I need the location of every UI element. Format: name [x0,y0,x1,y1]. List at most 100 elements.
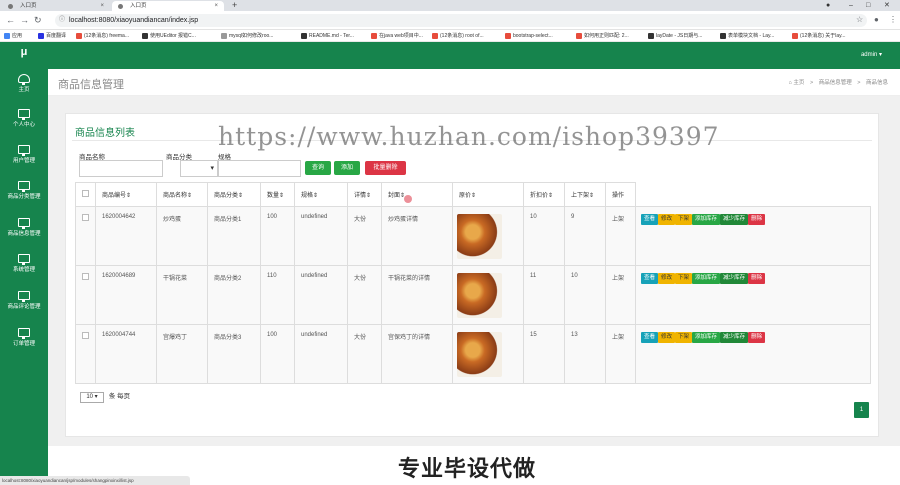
cell-qty: 110 [260,265,295,325]
column-header[interactable]: 详情⇕ [347,182,382,207]
new-tab-button[interactable]: + [232,0,237,11]
column-header[interactable]: 封面⇕ [381,182,453,207]
column-header[interactable]: 数量⇕ [260,182,295,207]
forward-icon[interactable]: → [20,14,29,26]
row-checkbox[interactable] [75,324,96,384]
reduce-stock-button[interactable]: 减少库存 [720,273,749,284]
star-icon[interactable]: ☆ [856,14,863,26]
edit-button[interactable]: 修改 [658,332,676,343]
column-header[interactable]: 商品名称⇕ [156,182,208,207]
bookmark-item[interactable]: layDate - JS日期与... [648,30,702,42]
app-logo: μ [20,46,28,58]
breadcrumb-home[interactable]: ⌂ 主页 [789,80,805,86]
cell-code: 1620004689 [95,265,157,325]
bookmark-item[interactable]: bootstrap-select... [505,30,553,42]
close-icon[interactable]: × [100,1,104,11]
spec-input[interactable] [218,160,301,177]
url-field[interactable]: ⓘ localhost:8080/xiaoyuandiancan/index.j… [55,14,867,27]
reduce-stock-button[interactable]: 减少库存 [720,214,749,225]
maximize-icon[interactable]: □ [866,0,870,11]
breadcrumb-section[interactable]: 商品信息管理 [819,80,852,86]
edit-button[interactable]: 修改 [658,273,676,284]
bookmark-favicon-icon [4,33,10,39]
bookmark-item[interactable]: 应用 [4,30,22,42]
minimize-icon[interactable]: – [849,0,853,11]
bookmark-item[interactable]: 如何用正则匹配: 2... [576,30,629,42]
row-checkbox[interactable] [75,265,96,325]
delete-button[interactable]: 删除 [748,214,766,225]
breadcrumb-separator: > [809,80,814,86]
bookmark-item[interactable]: 表单模块文档 - Lay... [720,30,774,42]
cell-code: 1620004642 [95,206,157,266]
bookmark-item[interactable]: (12条消息) 关于lay... [792,30,845,42]
bookmark-item[interactable]: (12条消息) root of... [432,30,484,42]
cover-image [452,324,524,384]
user-menu[interactable]: admin ▾ [861,51,882,58]
sidebar-item-users[interactable]: 用户管理 [0,145,48,164]
sidebar-item-home[interactable]: 主页 [0,74,48,93]
bookmark-label: 如何用正则匹配: 2... [584,33,629,39]
column-header[interactable]: 商品分类⇕ [207,182,261,207]
reload-icon[interactable]: ↻ [34,14,42,26]
status-bar-url: localhost:8080/xiaoyuandiancan/jsp/modul… [0,476,190,485]
add-stock-button[interactable]: 添加库存 [692,214,721,225]
page-button-current[interactable]: 1 [854,402,869,418]
view-button[interactable]: 查看 [641,332,659,343]
unlist-button[interactable]: 下架 [675,332,693,343]
add-stock-button[interactable]: 添加库存 [692,332,721,343]
profile-icon[interactable]: ● [874,14,879,26]
add-stock-button[interactable]: 添加库存 [692,273,721,284]
bookmark-item[interactable]: 在java web项目中... [371,30,423,42]
delete-button[interactable]: 删除 [748,273,766,284]
sidebar-item-profile[interactable]: 个人中心 [0,109,48,128]
back-icon[interactable]: ← [6,14,15,26]
monitor-icon [18,109,30,120]
sidebar-item-system[interactable]: 系统管理 [0,254,48,273]
bookmark-favicon-icon [432,33,438,39]
view-button[interactable]: 查看 [641,214,659,225]
bookmark-item[interactable]: 百度翻译 [38,30,66,42]
category-select[interactable]: ▾ [180,160,218,177]
column-header[interactable]: 上下架⇕ [564,182,606,207]
sidebar-item-categories[interactable]: 商品分类管理 [0,181,48,200]
view-button[interactable]: 查看 [641,273,659,284]
cell-status: 上架 [605,324,636,384]
close-icon[interactable]: × [214,1,218,11]
edit-button[interactable]: 修改 [658,214,676,225]
select-all-checkbox[interactable] [75,182,96,207]
browser-tab-active[interactable]: 入口页 × [112,1,224,11]
reduce-stock-button[interactable]: 减少库存 [720,332,749,343]
browser-menu-icon[interactable]: ● [826,0,830,11]
unlist-button[interactable]: 下架 [675,214,693,225]
batch-delete-button[interactable]: 批量删除 [365,161,406,175]
bookmark-favicon-icon [576,33,582,39]
unlist-button[interactable]: 下架 [675,273,693,284]
bookmark-item[interactable]: 使用UEditor 报错C... [142,30,196,42]
delete-button[interactable]: 删除 [748,332,766,343]
search-button[interactable]: 查询 [305,161,331,175]
sidebar-item-comments[interactable]: 商品评论管理 [0,291,48,310]
bookmark-item[interactable]: mysql如何修改roo... [221,30,273,42]
column-header[interactable]: 原价⇕ [452,182,524,207]
table-header-row: 商品编号⇕ 商品名称⇕ 商品分类⇕ 数量⇕ 规格⇕ 详情⇕ 封面⇕ 原价⇕ 折扣… [75,182,871,207]
page-favicon-icon [118,3,123,9]
bookmark-item[interactable]: README.md - Ter... [301,30,354,42]
column-header[interactable]: 商品编号⇕ [95,182,157,207]
row-checkbox[interactable] [75,206,96,266]
more-icon[interactable]: ⋮ [889,14,897,26]
column-header[interactable]: 折扣价⇕ [523,182,565,207]
page-size-select[interactable]: 10 ▾ [80,392,104,403]
cell-detail: 大份 [347,265,382,325]
sidebar-item-orders[interactable]: 订单管理 [0,328,48,347]
page-size-label: 条 每页 [108,393,131,400]
product-list-card: 商品信息列表 商品名称 商品分类 ▾ 规格 查询 添加 批量删除 商品编号⇕ 商… [65,113,879,437]
add-button[interactable]: 添加 [334,161,360,175]
bookmark-item[interactable]: (12条消息) freema... [76,30,129,42]
product-name-input[interactable] [79,160,163,177]
browser-tab[interactable]: 入口页 × [2,1,110,11]
column-header[interactable]: 规格⇕ [294,182,348,207]
sidebar-item-products[interactable]: 商品信息管理 [0,218,48,237]
close-window-icon[interactable]: ✕ [884,0,890,11]
bookmarks-bar: 应用 百度翻译 (12条消息) freema... 使用UEditor 报错C... m… [0,30,900,42]
cell-price: 11 [523,265,565,325]
